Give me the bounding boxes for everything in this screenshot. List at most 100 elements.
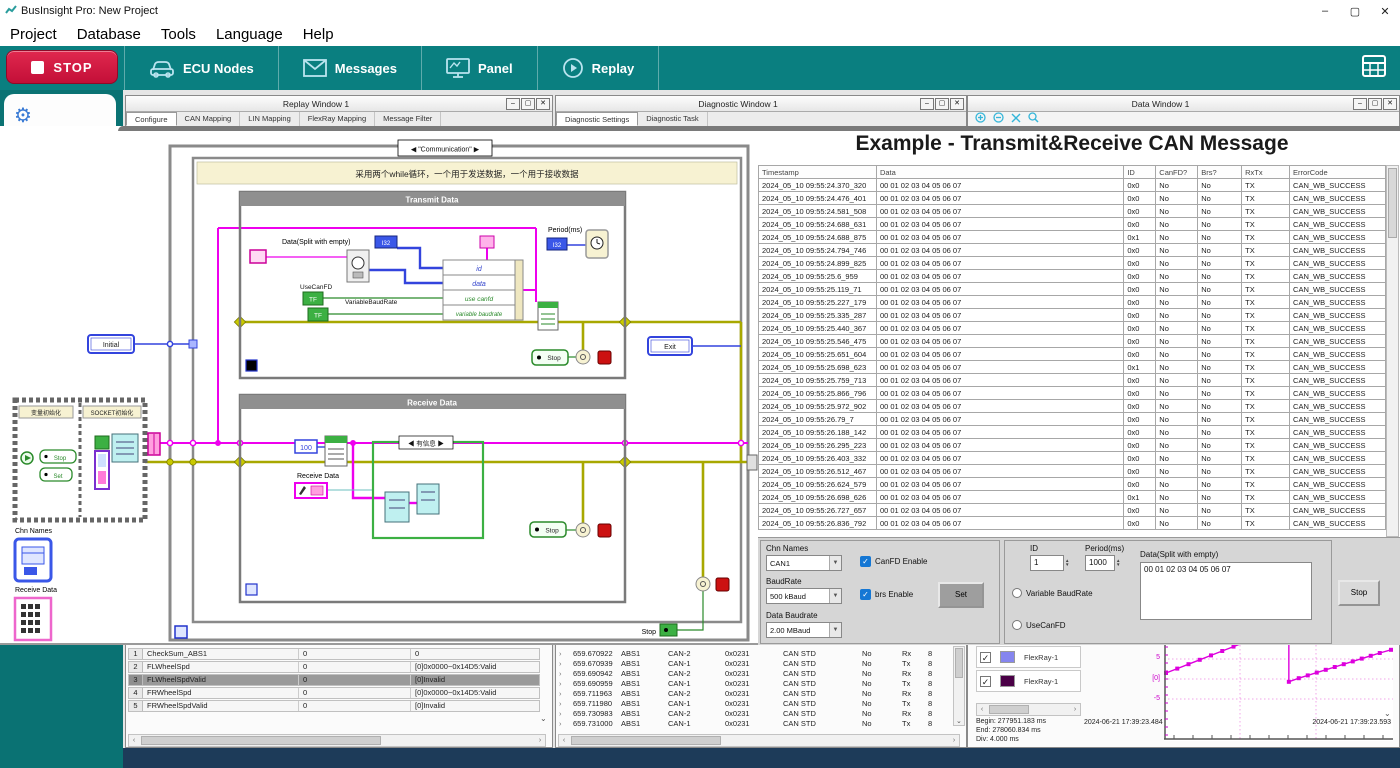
table-row[interactable]: 2024_05_10 09:55:26.624_57900 01 02 03 0… (759, 478, 1386, 491)
id-spinner[interactable]: 1 ▲▼ (1030, 555, 1073, 571)
diagnostic-hscrollbar[interactable]: ‹ › (558, 734, 960, 747)
toolbar-button-replay[interactable]: Replay (538, 46, 660, 90)
row-expander-icon[interactable]: › (559, 669, 573, 678)
row-expander-icon[interactable]: › (559, 659, 573, 668)
message-row[interactable]: ›659.711963ABS1CAN-20x0231CAN STDNoRx8 (559, 688, 943, 698)
table-row[interactable]: 2024_05_10 09:55:26.836_79200 01 02 03 0… (759, 517, 1386, 530)
tab-can-mapping[interactable]: CAN Mapping (177, 112, 241, 126)
table-row[interactable]: 2024_05_10 09:55:26.79_700 01 02 03 04 0… (759, 413, 1386, 426)
close-icon[interactable]: ✕ (1370, 5, 1400, 18)
tab-configure[interactable]: Configure (126, 112, 177, 126)
replay-hscrollbar[interactable]: ‹ › (128, 734, 546, 747)
minimize-icon[interactable]: – (1353, 98, 1367, 110)
table-row[interactable]: 2024_05_10 09:55:25.227_17900 01 02 03 0… (759, 296, 1386, 309)
data-bytes-input[interactable]: 00 01 02 03 04 05 06 07 (1140, 562, 1312, 620)
menu-item-database[interactable]: Database (67, 26, 151, 43)
table-row[interactable]: 2024_05_10 09:55:25.759_71300 01 02 03 0… (759, 374, 1386, 387)
row-expander-icon[interactable]: › (559, 689, 573, 698)
scrollbar-thumb[interactable] (1388, 168, 1397, 238)
minimize-icon[interactable]: – (506, 98, 520, 110)
toolbar-button-ecu-nodes[interactable]: ECU Nodes (125, 46, 279, 90)
period-spinner[interactable]: 1000 ▲▼ (1085, 555, 1124, 571)
menu-item-tools[interactable]: Tools (151, 26, 206, 43)
table-row[interactable]: 2024_05_10 09:55:24.688_87500 01 02 03 0… (759, 231, 1386, 244)
table-vscrollbar[interactable] (1386, 165, 1399, 537)
signal-row[interactable]: 4FRWheelSpd0[0]0x0000~0x14D5:Valid (128, 687, 540, 699)
signal-row[interactable]: 5FRWheelSpdValid0[0]Invalid (128, 700, 540, 712)
scroll-down-icon[interactable]: ⌄ (956, 717, 962, 725)
tab-message-filter[interactable]: Message Filter (375, 112, 441, 126)
row-expander-icon[interactable]: › (559, 709, 573, 718)
spinner-arrows-icon[interactable]: ▲▼ (1115, 555, 1124, 571)
table-row[interactable]: 2024_05_10 09:55:26.188_14200 01 02 03 0… (759, 426, 1386, 439)
toolbar-button-panel[interactable]: Panel (422, 46, 538, 90)
stop-button[interactable]: STOP (6, 50, 118, 84)
close-icon[interactable]: ✕ (1383, 98, 1397, 110)
message-row[interactable]: ›659.690942ABS1CAN-20x0231CAN STDNoRx8 (559, 668, 943, 678)
scroll-down-icon[interactable]: ⌄ (1384, 709, 1391, 718)
maximize-icon[interactable]: ▢ (1368, 98, 1382, 110)
table-row[interactable]: 2024_05_10 09:55:24.581_50800 01 02 03 0… (759, 205, 1386, 218)
table-row[interactable]: 2024_05_10 09:55:26.512_46700 01 02 03 0… (759, 465, 1386, 478)
usecanfd-checkbox[interactable]: UseCanFD (1012, 620, 1066, 630)
message-row[interactable]: ›659.711980ABS1CAN-10x0231CAN STDNoTx8 (559, 698, 943, 708)
signal-row[interactable]: 1CheckSum_ABS100 (128, 648, 540, 660)
table-row[interactable]: 2024_05_10 09:55:24.476_40100 01 02 03 0… (759, 192, 1386, 205)
table-row[interactable]: 2024_05_10 09:55:25.440_36700 01 02 03 0… (759, 322, 1386, 335)
menu-item-project[interactable]: Project (0, 26, 67, 43)
baudrate-dropdown[interactable]: 500 kBaud▼ (766, 588, 842, 604)
table-row[interactable]: 2024_05_10 09:55:24.688_63100 01 02 03 0… (759, 218, 1386, 231)
table-row[interactable]: 2024_05_10 09:55:24.794_74600 01 02 03 0… (759, 244, 1386, 257)
table-row[interactable]: 2024_05_10 09:55:25.335_28700 01 02 03 0… (759, 309, 1386, 322)
table-row[interactable]: 2024_05_10 09:55:25.972_90200 01 02 03 0… (759, 400, 1386, 413)
brs-enable-checkbox[interactable]: ✓ brs Enable (860, 589, 913, 600)
canfd-enable-checkbox[interactable]: ✓ CanFD Enable (860, 556, 927, 567)
scrollbar-thumb[interactable] (141, 736, 381, 745)
row-expander-icon[interactable]: › (559, 679, 573, 688)
table-row[interactable]: 2024_05_10 09:55:26.698_62600 01 02 03 0… (759, 491, 1386, 504)
tab-flexray-mapping[interactable]: FlexRay Mapping (300, 112, 375, 126)
scroll-right-icon[interactable]: › (949, 737, 959, 744)
scroll-left-icon[interactable]: ‹ (559, 737, 569, 744)
message-row[interactable]: ›659.730983ABS1CAN-20x0231CAN STDNoRx8 (559, 708, 943, 718)
vi-stop-button[interactable]: Stop (1338, 580, 1380, 606)
legend-hscrollbar[interactable]: ‹ › (976, 703, 1081, 716)
checkbox-checked-icon[interactable]: ✓ (980, 676, 991, 687)
message-row[interactable]: ›659.670922ABS1CAN-20x0231CAN STDNoRx8 (559, 648, 943, 658)
checkbox-checked-icon[interactable]: ✓ (980, 652, 991, 663)
signal-row[interactable]: 2FLWheelSpd0[0]0x0000~0x14D5:Valid (128, 661, 540, 673)
signal-row[interactable]: 3FLWheelSpdValid0[0]Invalid (128, 674, 540, 686)
row-expander-icon[interactable]: › (559, 719, 573, 728)
scroll-down-icon[interactable]: ⌄ (540, 714, 547, 723)
table-row[interactable]: 2024_05_10 09:55:25.546_47500 01 02 03 0… (759, 335, 1386, 348)
menu-item-language[interactable]: Language (206, 26, 293, 43)
scroll-left-icon[interactable]: ‹ (977, 706, 987, 713)
grid-view-icon[interactable] (1362, 55, 1386, 82)
scrollbar-thumb[interactable] (989, 705, 1029, 714)
menu-item-help[interactable]: Help (293, 26, 344, 43)
diagnostic-vscrollbar[interactable]: ⌄ (953, 646, 965, 726)
message-row[interactable]: ›659.731000ABS1CAN-10x0231CAN STDNoTx8 (559, 718, 943, 728)
scrollbar-thumb[interactable] (571, 736, 721, 745)
table-row[interactable]: 2024_05_10 09:55:25.119_7100 01 02 03 04… (759, 283, 1386, 296)
maximize-icon[interactable]: ▢ (1340, 5, 1370, 18)
maximize-icon[interactable]: ▢ (521, 98, 535, 110)
variable-baudrate-checkbox[interactable]: Variable BaudRate (1012, 588, 1093, 598)
table-row[interactable]: 2024_05_10 09:55:25.866_79600 01 02 03 0… (759, 387, 1386, 400)
message-row[interactable]: ›659.670939ABS1CAN-10x0231CAN STDNoTx8 (559, 658, 943, 668)
table-row[interactable]: 2024_05_10 09:55:24.899_82500 01 02 03 0… (759, 257, 1386, 270)
scroll-right-icon[interactable]: › (1070, 706, 1080, 713)
tab-lin-mapping[interactable]: LIN Mapping (240, 112, 300, 126)
table-row[interactable]: 2024_05_10 09:55:26.727_65700 01 02 03 0… (759, 504, 1386, 517)
scrollbar-thumb[interactable] (955, 648, 963, 678)
tab-diagnostic-settings[interactable]: Diagnostic Settings (556, 112, 638, 126)
minimize-icon[interactable]: – (920, 98, 934, 110)
message-row[interactable]: ›659.690959ABS1CAN-10x0231CAN STDNoTx8 (559, 678, 943, 688)
table-row[interactable]: 2024_05_10 09:55:25.6_95900 01 02 03 04 … (759, 270, 1386, 283)
row-expander-icon[interactable]: › (559, 649, 573, 658)
data-baudrate-dropdown[interactable]: 2.00 MBaud▼ (766, 622, 842, 638)
scroll-right-icon[interactable]: › (535, 737, 545, 744)
table-row[interactable]: 2024_05_10 09:55:26.403_33200 01 02 03 0… (759, 452, 1386, 465)
table-row[interactable]: 2024_05_10 09:55:25.698_62300 01 02 03 0… (759, 361, 1386, 374)
table-row[interactable]: 2024_05_10 09:55:25.651_60400 01 02 03 0… (759, 348, 1386, 361)
